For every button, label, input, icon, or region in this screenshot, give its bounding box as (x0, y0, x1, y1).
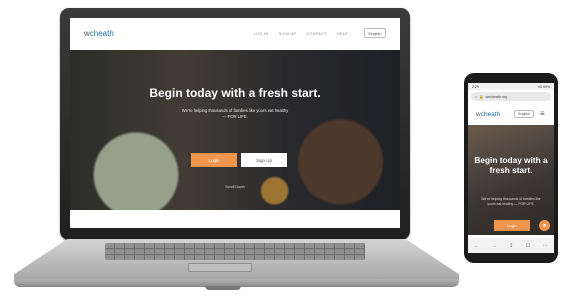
nav-login[interactable]: LOG IN (254, 31, 269, 36)
phone-status-bar: 2:29 4G 90% (468, 83, 554, 90)
back-icon[interactable]: ← (474, 243, 479, 249)
site-logo[interactable]: wcheath (84, 29, 114, 38)
hero-title: Begin today with a fresh start. (149, 86, 321, 100)
phone-bottom-bar: ← → ⇪ ☐ ⋯ (468, 238, 554, 253)
nav-links: LOG IN SIGN UP CONTACT HELP (254, 31, 348, 36)
status-right: 4G 90% (537, 84, 550, 89)
laptop-notch (205, 286, 241, 290)
logo-brand: cheath (89, 29, 114, 38)
signup-button[interactable]: Sign Up (241, 153, 287, 167)
chat-icon[interactable]: ● (539, 220, 550, 231)
home-icon: ⌂ (475, 94, 478, 99)
bookmark-icon[interactable]: ☐ (526, 243, 530, 249)
phone-site-logo[interactable]: wcheath (476, 111, 500, 118)
nav-signup[interactable]: SIGN UP (278, 31, 296, 36)
phone-url-bar[interactable]: ⌂ 🔒 wecheath.org (471, 92, 551, 101)
phone-hero-title: Begin today with a fresh start. (474, 155, 548, 175)
hero-banner: Begin today with a fresh start. We're he… (70, 50, 400, 210)
lock-icon: 🔒 (479, 94, 484, 99)
hero-subtitle: We're helping thousands of families like… (181, 108, 289, 119)
phone-frame: 2:29 4G 90% ⌂ 🔒 wecheath.org wcheath Eng… (464, 73, 558, 263)
phone-language-select[interactable]: English (514, 110, 534, 118)
laptop-lid: wcheath LOG IN SIGN UP CONTACT HELP Engl… (60, 8, 410, 240)
nav-help[interactable]: HELP (337, 31, 348, 36)
phone-screen: 2:29 4G 90% ⌂ 🔒 wecheath.org wcheath Eng… (468, 83, 554, 253)
hamburger-icon[interactable]: ≡ (540, 109, 545, 118)
phone-hero-banner: Begin today with a fresh start. We're he… (468, 125, 554, 235)
language-select[interactable]: English (364, 28, 386, 38)
laptop-trackpad (188, 263, 252, 272)
share-icon[interactable]: ⇪ (509, 243, 513, 249)
nav-contact[interactable]: CONTACT (306, 31, 326, 36)
laptop-keyboard (105, 243, 365, 260)
scroll-down-link[interactable]: Scroll Down (70, 185, 400, 189)
laptop-navbar: wcheath LOG IN SIGN UP CONTACT HELP Engl… (70, 18, 400, 50)
login-button[interactable]: Login (191, 153, 237, 167)
phone-hero-subtitle: We're helping thousands of families like… (481, 197, 541, 206)
laptop-screen: wcheath LOG IN SIGN UP CONTACT HELP Engl… (70, 18, 400, 228)
tabs-icon[interactable]: ⋯ (543, 243, 548, 249)
phone-logo-brand: cheath (480, 111, 501, 118)
phone-login-button[interactable]: Login (494, 220, 530, 231)
status-time: 2:29 (472, 84, 479, 89)
forward-icon[interactable]: → (492, 243, 497, 249)
phone-url: wecheath.org (485, 94, 508, 99)
